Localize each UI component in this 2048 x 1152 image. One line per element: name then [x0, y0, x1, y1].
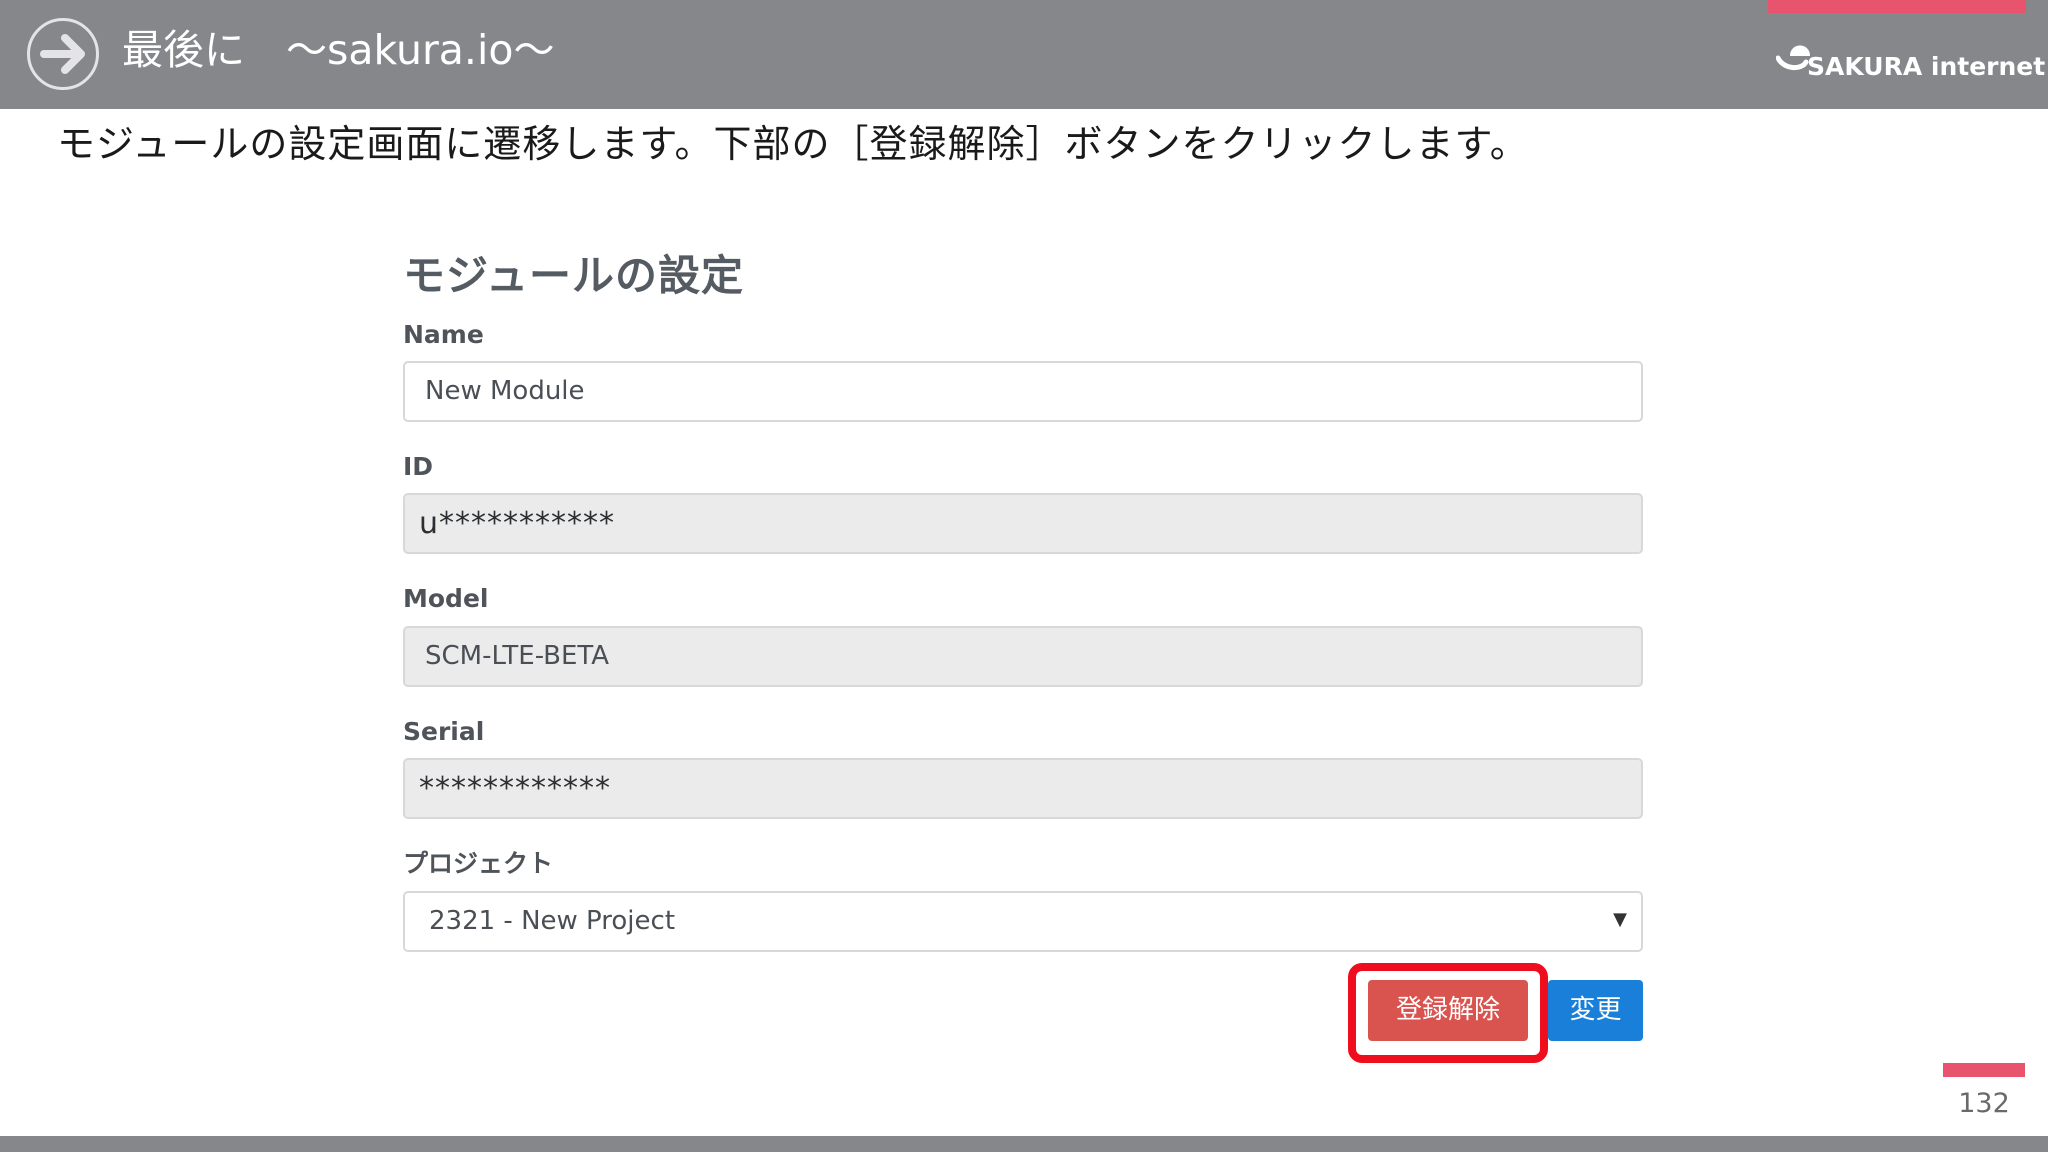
instruction-text: モジュールの設定画面に遷移します。下部の［登録解除］ボタンをクリックします。 — [57, 122, 1529, 166]
model-field: SCM-LTE-BETA — [403, 626, 1643, 687]
footer-bar — [0, 1136, 2048, 1152]
model-value: SCM-LTE-BETA — [425, 641, 610, 671]
name-input[interactable]: New Module — [403, 361, 1643, 422]
sakura-internet-logo: SAKURA internet — [1776, 36, 2045, 84]
page-number-accent — [1943, 1063, 2025, 1077]
page-number: 132 — [1943, 1080, 2025, 1142]
name-label: Name — [403, 320, 484, 349]
name-input-value: New Module — [425, 376, 585, 406]
serial-value: ************ — [419, 771, 611, 806]
project-select[interactable]: 2321 - New Project ▼ — [403, 891, 1643, 952]
caret-down-icon: ▼ — [1613, 909, 1627, 930]
id-field: u*********** — [403, 493, 1643, 554]
change-button[interactable]: 変更 — [1548, 980, 1643, 1041]
slide-header: 最後に ～sakura.io～ SAKURA internet — [0, 0, 2048, 109]
arrow-right-icon — [27, 18, 99, 90]
id-label: ID — [403, 452, 434, 481]
logo-text: SAKURA internet — [1807, 52, 2046, 81]
model-label: Model — [403, 584, 489, 613]
slide-title: 最後に ～sakura.io～ — [122, 26, 555, 74]
form-title: モジュールの設定 — [403, 251, 745, 300]
serial-field: ************ — [403, 758, 1643, 819]
accent-bar — [1768, 0, 2026, 13]
unregister-button[interactable]: 登録解除 — [1368, 980, 1528, 1041]
project-select-value: 2321 - New Project — [429, 906, 676, 936]
project-label: プロジェクト — [403, 849, 554, 878]
id-value: u*********** — [419, 506, 616, 541]
serial-label: Serial — [403, 717, 485, 746]
